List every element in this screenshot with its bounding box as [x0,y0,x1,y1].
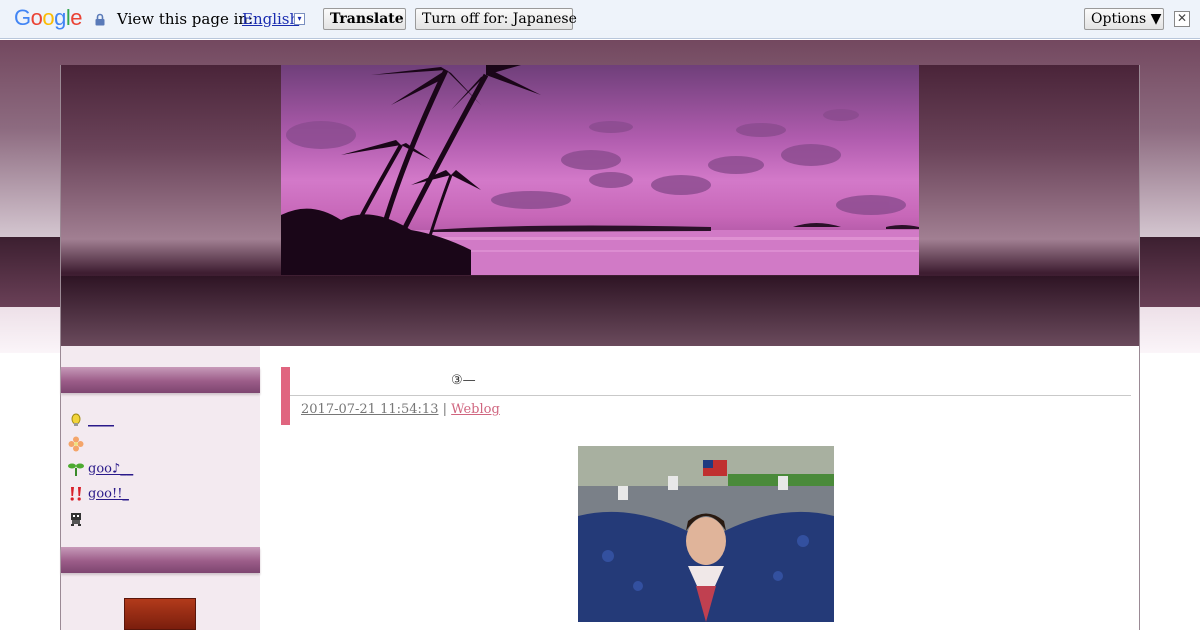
close-icon[interactable]: ✕ [1174,11,1190,27]
header-lower-band [61,276,1139,346]
title-accent-bar [281,367,290,425]
sidebar-item-5[interactable] [68,511,88,531]
post-date-link[interactable]: 2017-07-21 11:54:13 [301,402,438,417]
sidebar-header-1 [61,367,260,393]
book-thumbnail[interactable] [124,598,196,630]
sidebar-item-2[interactable] [68,436,88,456]
language-link[interactable]: English [242,10,299,28]
sprout-icon [68,461,84,477]
language-dropdown-icon[interactable]: ▾ [294,13,305,25]
sidebar: ____ goo♪__ goo!!_ [61,346,260,630]
exclamation-icon [68,486,84,502]
meta-separator: | [442,402,448,417]
lock-icon [95,12,105,26]
post-title: ③— [451,373,476,388]
blog-frame: ____ goo♪__ goo!!_ ③— 2017-07-21 11:54:1… [60,65,1140,630]
post-photo[interactable] [578,446,834,622]
google-logo: Google [14,5,83,30]
view-page-label: View this page in: [117,10,254,28]
header-image [281,65,919,275]
sidebar-item-label[interactable]: goo!!_ [88,487,129,502]
flower-icon [68,436,84,452]
sidebar-item-4[interactable]: goo!!_ [68,486,129,506]
sidebar-item-label[interactable]: goo♪__ [88,462,133,477]
sidebar-item-label[interactable]: ____ [88,413,114,428]
turn-off-button[interactable]: Turn off for: Japanese [415,8,577,30]
sidebar-item-3[interactable]: goo♪__ [68,461,133,481]
post-meta: 2017-07-21 11:54:13 | Weblog [301,402,500,417]
title-divider [290,395,1131,396]
sidebar-header-2 [61,547,260,573]
post-content: ③— 2017-07-21 11:54:13 | Weblog [281,346,1131,630]
translate-button[interactable]: Translate [323,8,406,30]
sidebar-item-1[interactable]: ____ [68,412,114,432]
options-button[interactable]: Options ▼ [1084,8,1164,30]
bulb-icon [68,412,84,428]
translate-bar: Google View this page in: English ▾ Tran… [0,0,1200,39]
post-category-link[interactable]: Weblog [451,402,500,417]
robot-icon [68,511,84,527]
